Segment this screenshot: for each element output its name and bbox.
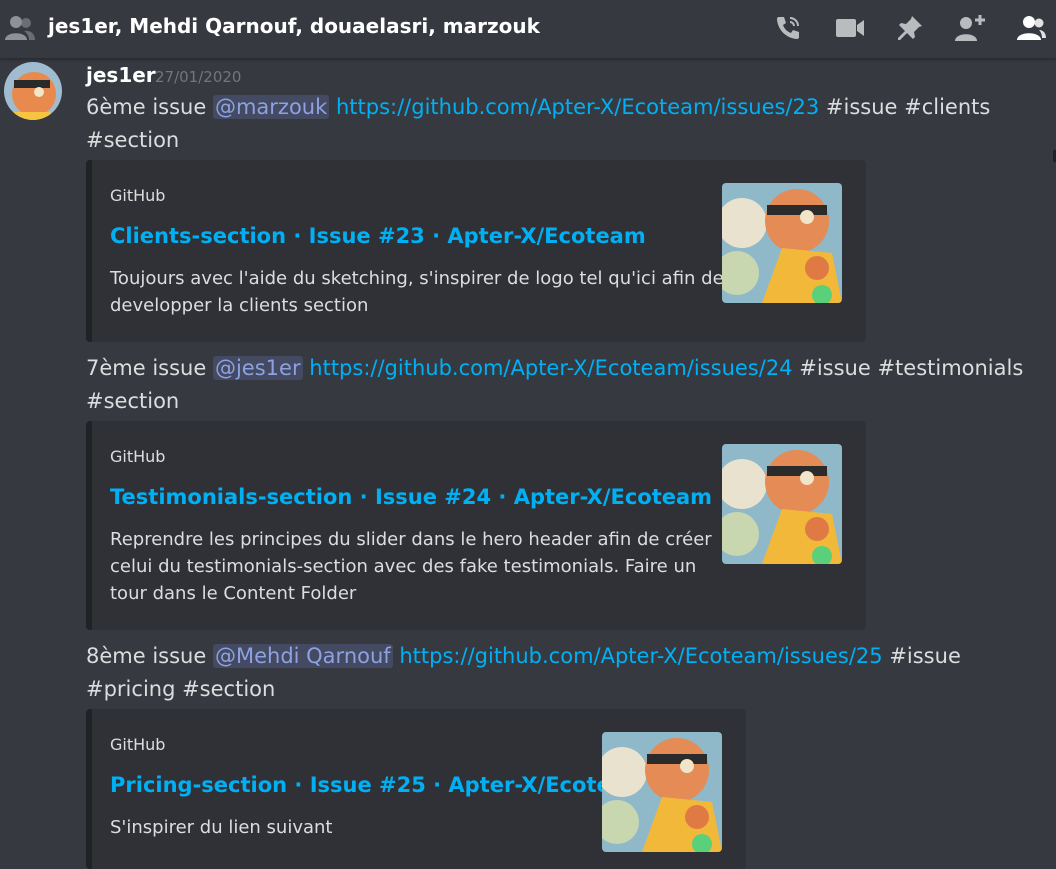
embed-description: Toujours avec l'aide du sketching, s'ins… [110, 265, 724, 319]
issue-link[interactable]: https://github.com/Apter-X/Ecoteam/issue… [399, 644, 882, 668]
channel-title: jes1er, Mehdi Qarnouf, douaelasri, marzo… [48, 14, 540, 38]
embed-description-line: developper la clients section [110, 295, 369, 316]
message-prefix: 6ème issue [86, 95, 213, 119]
embed-provider[interactable]: GitHub [110, 447, 165, 466]
pin-icon[interactable] [892, 10, 928, 46]
message-text: 7ème issue @jes1er https://github.com/Ap… [86, 352, 1026, 418]
embed-title[interactable]: Pricing-section · Issue #25 · Apter-X/Ec… [110, 773, 647, 797]
issue-link[interactable]: https://github.com/Apter-X/Ecoteam/issue… [336, 95, 819, 119]
hashtags-continued: #pricing #section [86, 677, 276, 701]
embed-description: Reprendre les principes du slider dans l… [110, 526, 712, 607]
group-icon [4, 14, 36, 46]
embed-description-line: Toujours avec l'aide du sketching, s'ins… [110, 268, 724, 289]
message-prefix: 8ème issue [86, 644, 213, 668]
message-text: 8ème issue @Mehdi Qarnouf https://github… [86, 640, 1026, 706]
embed-title[interactable]: Clients-section · Issue #23 · Apter-X/Ec… [110, 224, 646, 248]
author-name[interactable]: jes1er [86, 63, 156, 87]
user-mention[interactable]: @Mehdi Qarnouf [212, 644, 393, 668]
embed-thumbnail[interactable] [722, 183, 842, 303]
hashtags: #issue #testimonials [792, 356, 1024, 380]
link-embed: GitHub Testimonials-section · Issue #24 … [86, 421, 866, 630]
members-icon[interactable] [1012, 10, 1048, 46]
issue-link[interactable]: https://github.com/Apter-X/Ecoteam/issue… [309, 356, 792, 380]
embed-description: S'inspirer du lien suivant [110, 814, 333, 841]
embed-description-line: Reprendre les principes du slider dans l… [110, 529, 712, 550]
video-icon[interactable] [832, 10, 868, 46]
hashtags-continued: #section [86, 389, 180, 413]
message-text: 6ème issue @marzouk https://github.com/A… [86, 91, 1026, 157]
embed-thumbnail[interactable] [602, 732, 722, 852]
embed-thumbnail[interactable] [722, 444, 842, 564]
embed-description-line: tour dans le Content Folder [110, 583, 357, 604]
hashtags-continued: #section [86, 128, 180, 152]
channel-header: jes1er, Mehdi Qarnouf, douaelasri, marzo… [0, 0, 1056, 58]
link-embed: GitHub Clients-section · Issue #23 · Apt… [86, 160, 866, 342]
embed-provider[interactable]: GitHub [110, 735, 165, 754]
user-mention[interactable]: @jes1er [212, 356, 303, 380]
embed-provider[interactable]: GitHub [110, 186, 165, 205]
timestamp: 27/01/2020 [155, 68, 242, 86]
link-embed: GitHub Pricing-section · Issue #25 · Apt… [86, 709, 746, 869]
embed-description-line: celui du testimonials-section avec des f… [110, 556, 697, 577]
message-prefix: 7ème issue [86, 356, 213, 380]
call-icon[interactable] [770, 10, 806, 46]
add-friend-icon[interactable] [952, 10, 988, 46]
embed-title[interactable]: Testimonials-section · Issue #24 · Apter… [110, 485, 712, 509]
avatar[interactable] [4, 62, 62, 120]
hashtags: #issue #clients [819, 95, 991, 119]
embed-description-line: S'inspirer du lien suivant [110, 817, 333, 838]
user-mention[interactable]: @marzouk [212, 95, 330, 119]
hashtags: #issue [882, 644, 961, 668]
